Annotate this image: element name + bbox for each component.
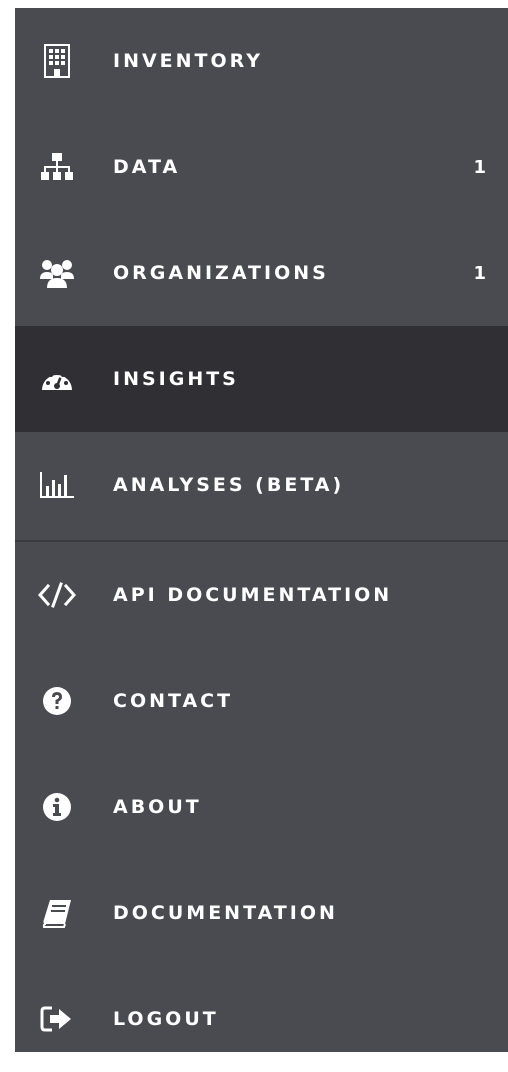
nav-label-about: ABOUT [113, 796, 202, 818]
nav-label-logout: LOGOUT [113, 1008, 219, 1030]
bar-chart-icon [37, 465, 77, 505]
code-icon [37, 575, 77, 615]
nav-label-api-documentation: API DOCUMENTATION [113, 584, 393, 606]
nav-label-insights: INSIGHTS [113, 368, 239, 390]
sitemap-icon [37, 147, 77, 187]
nav-item-data[interactable]: DATA 1 [15, 114, 508, 220]
nav-item-inventory[interactable]: INVENTORY [15, 8, 508, 114]
nav-item-analyses[interactable]: ANALYSES (BETA) [15, 432, 508, 538]
sidebar-nav: INVENTORY DATA 1 ORGANIZATIONS 1 INSIGHT… [15, 8, 508, 1052]
nav-item-logout[interactable]: LOGOUT [15, 966, 508, 1072]
nav-label-organizations: ORGANIZATIONS [113, 262, 329, 284]
nav-item-documentation[interactable]: DOCUMENTATION [15, 860, 508, 966]
question-circle-icon [37, 681, 77, 721]
nav-label-data: DATA [113, 156, 181, 178]
nav-item-api-documentation[interactable]: API DOCUMENTATION [15, 542, 508, 648]
nav-label-documentation: DOCUMENTATION [113, 902, 338, 924]
nav-item-insights[interactable]: INSIGHTS [15, 326, 508, 432]
users-icon [37, 253, 77, 293]
sign-out-icon [37, 999, 77, 1039]
nav-label-analyses: ANALYSES (BETA) [113, 474, 345, 496]
book-icon [37, 893, 77, 933]
nav-item-contact[interactable]: CONTACT [15, 648, 508, 754]
nav-label-contact: CONTACT [113, 690, 234, 712]
nav-label-inventory: INVENTORY [113, 50, 264, 72]
nav-count-data: 1 [473, 156, 486, 178]
info-circle-icon [37, 787, 77, 827]
dashboard-gauge-icon [37, 359, 77, 399]
nav-item-about[interactable]: ABOUT [15, 754, 508, 860]
nav-item-organizations[interactable]: ORGANIZATIONS 1 [15, 220, 508, 326]
building-icon [37, 41, 77, 81]
nav-count-organizations: 1 [473, 262, 486, 284]
